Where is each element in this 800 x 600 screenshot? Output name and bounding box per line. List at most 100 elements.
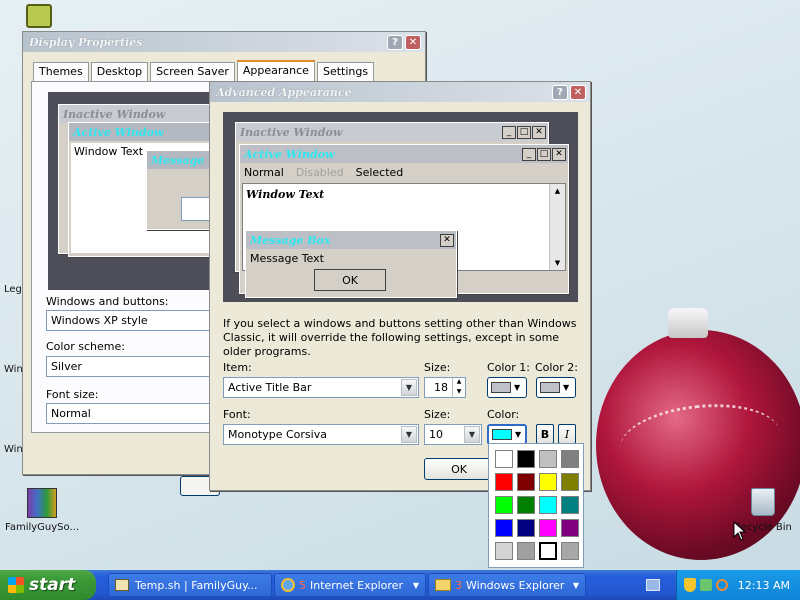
- color-swatch[interactable]: [561, 473, 579, 491]
- color-swatch[interactable]: [561, 496, 579, 514]
- color-swatch-selected[interactable]: [538, 541, 558, 561]
- chevron-down-icon[interactable]: ▼: [401, 379, 417, 396]
- preview-message-title: Message: [151, 153, 205, 167]
- taskbar-item-label: Internet Explorer: [310, 578, 403, 592]
- color-swatch[interactable]: [539, 519, 557, 537]
- spin-up-icon[interactable]: ▲: [453, 378, 465, 388]
- color-scheme-select[interactable]: Silver: [46, 356, 236, 377]
- item-size-spinner[interactable]: 18 ▲ ▼: [424, 377, 466, 398]
- color-swatch[interactable]: [561, 542, 579, 560]
- menu-normal: Normal: [244, 166, 284, 179]
- chevron-down-icon: ▼: [572, 580, 579, 590]
- item-select[interactable]: Active Title Bar ▼: [223, 377, 419, 398]
- start-button[interactable]: start: [0, 570, 96, 600]
- chevron-down-icon[interactable]: ▼: [401, 426, 417, 443]
- preview-inactive-title: Inactive Window: [240, 125, 343, 139]
- color-swatch[interactable]: [495, 473, 513, 491]
- chevron-down-icon[interactable]: ▼: [464, 426, 480, 443]
- folder-icon: [435, 579, 451, 591]
- color-swatch[interactable]: [517, 542, 535, 560]
- close-button[interactable]: ✕: [405, 34, 421, 50]
- taskbar-group-count: 5: [299, 578, 306, 592]
- color-swatch[interactable]: [539, 473, 557, 491]
- bold-button[interactable]: B: [536, 424, 554, 444]
- color-swatch[interactable]: [517, 519, 535, 537]
- help-button[interactable]: ?: [387, 34, 403, 50]
- tab-screen-saver[interactable]: Screen Saver: [150, 62, 235, 81]
- color2-swatch: [540, 382, 560, 393]
- color-swatch[interactable]: [561, 450, 579, 468]
- menu-selected: Selected: [355, 166, 404, 179]
- font-color-label: Color:: [487, 408, 520, 421]
- color-swatch[interactable]: [495, 542, 513, 560]
- tab-themes[interactable]: Themes: [33, 62, 89, 81]
- color1-button[interactable]: ▼: [487, 377, 527, 398]
- color-swatch[interactable]: [495, 519, 513, 537]
- terminal-icon: [115, 579, 129, 591]
- window-title: Display Properties: [29, 35, 143, 49]
- preview-active-title: Active Window: [73, 125, 164, 139]
- title-bar[interactable]: Display Properties ? ✕: [23, 32, 425, 52]
- ok-button[interactable]: OK: [424, 458, 494, 480]
- color2-label: Color 2:: [535, 361, 578, 374]
- mouse-cursor-icon: [733, 521, 747, 541]
- taskbar-group-count: 3: [455, 578, 462, 592]
- color-swatch[interactable]: [539, 496, 557, 514]
- font-color-button[interactable]: ▼: [487, 424, 527, 445]
- color-swatch[interactable]: [517, 496, 535, 514]
- desktop-icon-familyguy[interactable]: FamilyGuySo...: [2, 488, 82, 533]
- taskbar-item-label: Temp.sh | FamilyGuy...: [135, 578, 258, 592]
- chevron-down-icon: ▼: [515, 430, 522, 439]
- item-size-value: 18: [434, 381, 448, 394]
- chevron-down-icon: ▼: [514, 383, 521, 392]
- color-swatch[interactable]: [495, 450, 513, 468]
- internet-explorer-icon: [281, 578, 295, 592]
- desktop-label-edge: Leg: [4, 284, 22, 295]
- title-bar[interactable]: Advanced Appearance ? ✕: [210, 82, 590, 102]
- desktop-icon-top[interactable]: [26, 4, 52, 28]
- window-title: Advanced Appearance: [216, 85, 352, 99]
- document-icon: [26, 4, 52, 28]
- tab-appearance[interactable]: Appearance: [236, 60, 315, 81]
- color-palette: [488, 443, 584, 568]
- tab-settings[interactable]: Settings: [316, 62, 375, 81]
- font-select[interactable]: Monotype Corsiva ▼: [223, 424, 419, 445]
- spin-down-icon[interactable]: ▼: [453, 388, 465, 398]
- color-swatch[interactable]: [495, 496, 513, 514]
- network-icon[interactable]: [699, 579, 712, 591]
- font-size-select[interactable]: Normal: [46, 403, 236, 424]
- taskbar-item-windows-explorer[interactable]: 3 Windows Explorer ▼: [428, 573, 586, 597]
- color1-label: Color 1:: [487, 361, 530, 374]
- color-swatch[interactable]: [561, 519, 579, 537]
- taskbar-item-internet-explorer[interactable]: 5 Internet Explorer ▼: [274, 573, 426, 597]
- shield-icon[interactable]: [683, 578, 696, 592]
- windows-buttons-select[interactable]: Windows XP style: [46, 310, 236, 331]
- start-label: start: [29, 575, 76, 595]
- recycle-bin-icon: [751, 488, 775, 516]
- color2-button[interactable]: ▼: [536, 377, 576, 398]
- chevron-down-icon: ▼: [563, 383, 570, 392]
- color-swatch[interactable]: [517, 473, 535, 491]
- archive-icon: [27, 488, 57, 518]
- color-swatch[interactable]: [539, 450, 557, 468]
- color-scheme-label: Color scheme:: [46, 340, 125, 353]
- clock[interactable]: 12:13 AM: [738, 579, 790, 592]
- close-button[interactable]: ✕: [570, 84, 586, 100]
- color-swatch[interactable]: [517, 450, 535, 468]
- help-button[interactable]: ?: [552, 84, 568, 100]
- tab-desktop[interactable]: Desktop: [90, 62, 149, 81]
- preview-message-text: Message Text: [250, 252, 324, 265]
- advanced-preview: Inactive Window _ □ ✕ Active Window _ □ ✕ No…: [223, 112, 578, 302]
- item-size-label: Size:: [424, 361, 451, 374]
- preview-scrollbar: ▲ ▼: [549, 184, 565, 270]
- windows-logo-icon: [8, 577, 24, 593]
- font-size-select[interactable]: 10 ▼: [424, 424, 482, 445]
- italic-button[interactable]: I: [558, 424, 576, 444]
- search-icon[interactable]: [715, 579, 728, 591]
- ornament-cap: [668, 308, 708, 338]
- taskbar-item-temp[interactable]: Temp.sh | FamilyGuy...: [108, 573, 272, 597]
- windows-buttons-label: Windows and buttons:: [46, 295, 169, 308]
- chevron-down-icon: ▼: [412, 580, 419, 590]
- keyboard-icon[interactable]: [646, 579, 660, 591]
- item-value: Active Title Bar: [228, 381, 312, 394]
